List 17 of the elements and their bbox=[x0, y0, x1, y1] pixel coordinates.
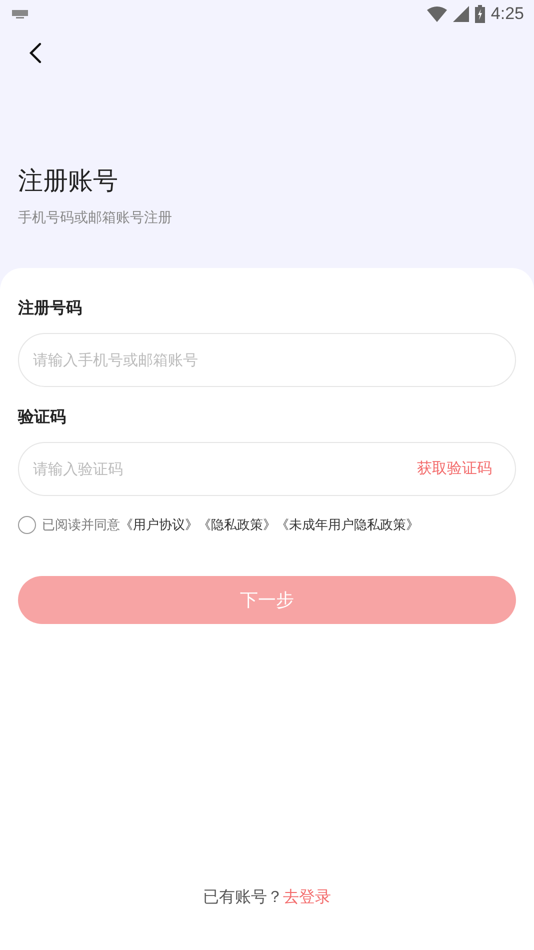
battery-icon bbox=[474, 5, 485, 23]
policy-link[interactable]: 《隐私政策》 bbox=[198, 516, 276, 534]
field-label: 注册号码 bbox=[18, 298, 83, 319]
page-subtitle: 手机号码或邮箱账号注册 bbox=[18, 209, 173, 227]
signal-icon bbox=[452, 6, 469, 22]
agreement-checkbox[interactable] bbox=[18, 516, 36, 534]
input-field[interactable]: 请输入手机号或邮箱账号 bbox=[18, 333, 516, 387]
policy-link[interactable]: 《未成年用户隐私政策》 bbox=[276, 516, 419, 534]
agreement-text: 已阅读并同意 bbox=[42, 517, 120, 534]
status-time: 4:25 bbox=[490, 4, 524, 24]
wifi-icon bbox=[426, 6, 447, 22]
footer-text: 已有账号？ bbox=[203, 887, 283, 908]
keyboard-icon bbox=[12, 9, 28, 19]
page-title: 注册账号 bbox=[18, 165, 119, 197]
policy-link[interactable]: 《用户协议》 bbox=[120, 516, 198, 534]
field-label: 验证码 bbox=[18, 407, 67, 428]
back-icon bbox=[28, 42, 44, 64]
